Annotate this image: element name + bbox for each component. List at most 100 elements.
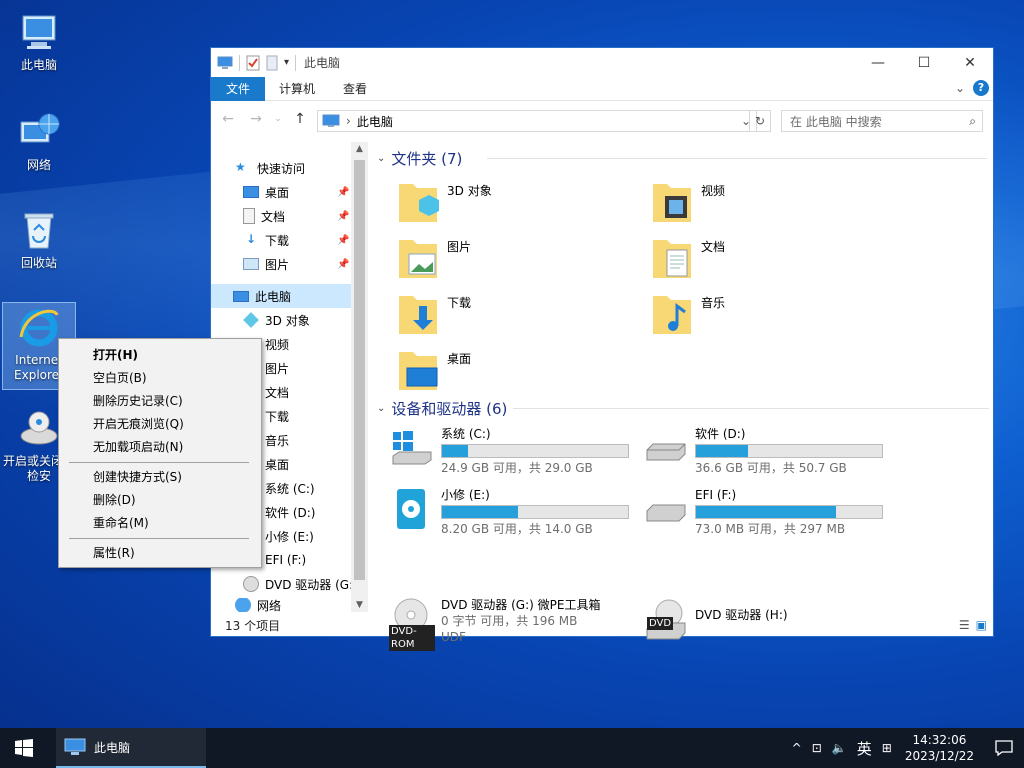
forward-button[interactable]: → xyxy=(245,111,267,127)
nav-quick-desktop[interactable]: 桌面 📌 xyxy=(243,180,351,204)
ime-mode-icon[interactable]: ⊞ xyxy=(877,741,897,755)
tab-view[interactable]: 查看 xyxy=(329,77,381,101)
chevron-right-icon: › xyxy=(346,114,351,128)
taskbar: 此电脑 ^ ⊡ 🔈 英 ⊞ 14:32:06 2023/12/22 xyxy=(0,728,1024,768)
folder-downloads[interactable]: 下载 xyxy=(397,290,471,336)
clock[interactable]: 14:32:06 2023/12/22 xyxy=(897,732,984,764)
scrollbar-thumb[interactable] xyxy=(354,160,365,580)
ime-language-indicator[interactable]: 英 xyxy=(852,738,877,759)
start-button[interactable] xyxy=(0,728,48,768)
clock-date: 2023/12/22 xyxy=(904,749,974,763)
search-input[interactable]: 在 此电脑 中搜索 ⌕ xyxy=(781,110,983,132)
devices-group-header[interactable]: ⌄ 设备和驱动器 (6) xyxy=(377,398,989,419)
desktop-icon xyxy=(243,186,259,198)
pictures-folder-icon xyxy=(399,240,437,278)
network-status-icon[interactable]: ⊡ xyxy=(807,741,827,755)
folder-3d-objects[interactable]: 3D 对象 xyxy=(397,178,492,224)
item-count: 13 个项目 xyxy=(225,618,281,633)
notification-icon xyxy=(995,740,1013,756)
desktop-icon-recycle-bin[interactable]: 回收站 xyxy=(2,206,76,271)
usb-drive-icon xyxy=(397,489,425,529)
drive-usage-bar xyxy=(695,505,883,519)
nav-pc-drive-g[interactable]: DVD 驱动器 (G: xyxy=(243,572,351,596)
desktop-icon-this-pc[interactable]: 此电脑 xyxy=(2,8,76,73)
close-button[interactable]: ✕ xyxy=(947,48,993,77)
disc-icon xyxy=(243,576,259,592)
show-hidden-icons-icon[interactable]: ^ xyxy=(787,741,807,755)
folder-videos[interactable]: 视频 xyxy=(651,178,725,224)
quick-access-toolbar: ▾ xyxy=(217,54,297,71)
customize-qat-icon[interactable]: ▾ xyxy=(284,57,289,68)
scroll-down-icon[interactable]: ▼ xyxy=(351,600,368,610)
minimize-button[interactable]: — xyxy=(855,48,901,77)
drive-d[interactable]: 软件 (D:) 36.6 GB 可用，共 50.7 GB xyxy=(643,426,883,476)
computer-icon xyxy=(217,56,233,69)
desktop-icon-label: 网络 xyxy=(26,158,51,172)
computer-icon xyxy=(64,738,86,755)
search-placeholder: 在 此电脑 中搜索 xyxy=(790,114,882,129)
nav-quick-pictures[interactable]: 图片 📌 xyxy=(243,252,351,276)
desktop-folder-icon xyxy=(399,352,438,390)
context-menu: 打开(H) 空白页(B) 删除历史记录(C) 开启无痕浏览(Q) 无加载项启动(… xyxy=(58,338,262,568)
back-button[interactable]: ← xyxy=(217,111,239,127)
recycle-bin-icon xyxy=(24,213,54,249)
menu-delete-history[interactable]: 删除历史记录(C) xyxy=(59,390,261,413)
maximize-button[interactable]: ☐ xyxy=(901,48,947,77)
menu-no-addons[interactable]: 无加载项启动(N) xyxy=(59,436,261,459)
folder-documents[interactable]: 文档 xyxy=(651,234,725,280)
up-button[interactable]: ↑ xyxy=(289,111,311,127)
recent-locations-icon[interactable]: ⌄ xyxy=(273,114,283,124)
windows-logo-icon xyxy=(15,739,33,757)
pin-icon: 📌 xyxy=(337,234,350,246)
taskbar-app-this-pc[interactable]: 此电脑 xyxy=(56,728,206,768)
nav-this-pc[interactable]: 此电脑 xyxy=(211,284,351,308)
expand-ribbon-icon[interactable]: ⌄ xyxy=(955,81,965,95)
nav-pc-3d-objects[interactable]: 3D 对象 xyxy=(243,308,310,332)
3d-objects-folder-icon xyxy=(399,184,439,222)
menu-inprivate[interactable]: 开启无痕浏览(Q) xyxy=(59,413,261,436)
folder-music[interactable]: 音乐 xyxy=(651,290,725,336)
help-icon[interactable]: ? xyxy=(973,80,989,96)
search-icon: ⌕ xyxy=(969,113,976,128)
drive-f[interactable]: EFI (F:) 73.0 MB 可用，共 297 MB xyxy=(643,487,883,537)
folder-desktop[interactable]: 桌面 xyxy=(397,346,471,392)
menu-rename[interactable]: 重命名(M) xyxy=(59,512,261,535)
properties-icon[interactable] xyxy=(246,55,260,71)
address-bar[interactable]: › 此电脑 ⌄ xyxy=(317,110,757,132)
large-icons-view-icon[interactable]: ▣ xyxy=(976,618,987,632)
drive-c[interactable]: 系统 (C:) 24.9 GB 可用，共 29.0 GB xyxy=(389,426,629,476)
nav-quick-documents[interactable]: 文档 📌 xyxy=(243,204,351,228)
window-title: 此电脑 xyxy=(304,56,341,70)
nav-quick-downloads[interactable]: ↓ 下载 📌 xyxy=(243,228,351,252)
system-tray: ^ ⊡ 🔈 英 ⊞ 14:32:06 2023/12/22 xyxy=(787,728,1024,768)
desktop-icon-network[interactable]: 网络 xyxy=(2,108,76,173)
nav-quick-access[interactable]: ★ 快速访问 xyxy=(235,156,305,180)
tab-file[interactable]: 文件 xyxy=(211,76,266,101)
folder-pictures[interactable]: 图片 xyxy=(397,234,471,280)
menu-open[interactable]: 打开(H) xyxy=(59,344,261,367)
clock-time: 14:32:06 xyxy=(912,733,967,747)
notification-center-button[interactable] xyxy=(984,728,1024,768)
menu-blank-page[interactable]: 空白页(B) xyxy=(59,367,261,390)
documents-folder-icon xyxy=(653,240,691,278)
nav-scrollbar[interactable]: ▲ ▼ xyxy=(351,142,368,612)
network-icon xyxy=(235,598,251,612)
menu-create-shortcut[interactable]: 创建快捷方式(S) xyxy=(59,466,261,489)
tab-computer[interactable]: 计算机 xyxy=(265,77,329,101)
scroll-up-icon[interactable]: ▲ xyxy=(351,144,368,154)
volume-icon[interactable]: 🔈 xyxy=(827,741,852,755)
download-icon: ↓ xyxy=(245,232,257,246)
drive-usage-bar xyxy=(441,505,629,519)
disk-gear-icon xyxy=(20,411,58,445)
drive-e[interactable]: 小修 (E:) 8.20 GB 可用，共 14.0 GB xyxy=(389,487,629,537)
new-folder-icon[interactable] xyxy=(266,55,278,71)
menu-separator xyxy=(69,462,249,463)
videos-folder-icon xyxy=(653,184,691,222)
nav-network[interactable]: 网络 xyxy=(235,598,281,612)
details-view-icon[interactable]: ☰ xyxy=(959,618,970,632)
desktop-icon-label: 回收站 xyxy=(20,256,57,270)
menu-delete[interactable]: 删除(D) xyxy=(59,489,261,512)
folders-group-header[interactable]: ⌄ 文件夹 (7) xyxy=(377,148,987,169)
menu-properties[interactable]: 属性(R) xyxy=(59,542,261,565)
refresh-button[interactable]: ↻ xyxy=(749,110,771,132)
